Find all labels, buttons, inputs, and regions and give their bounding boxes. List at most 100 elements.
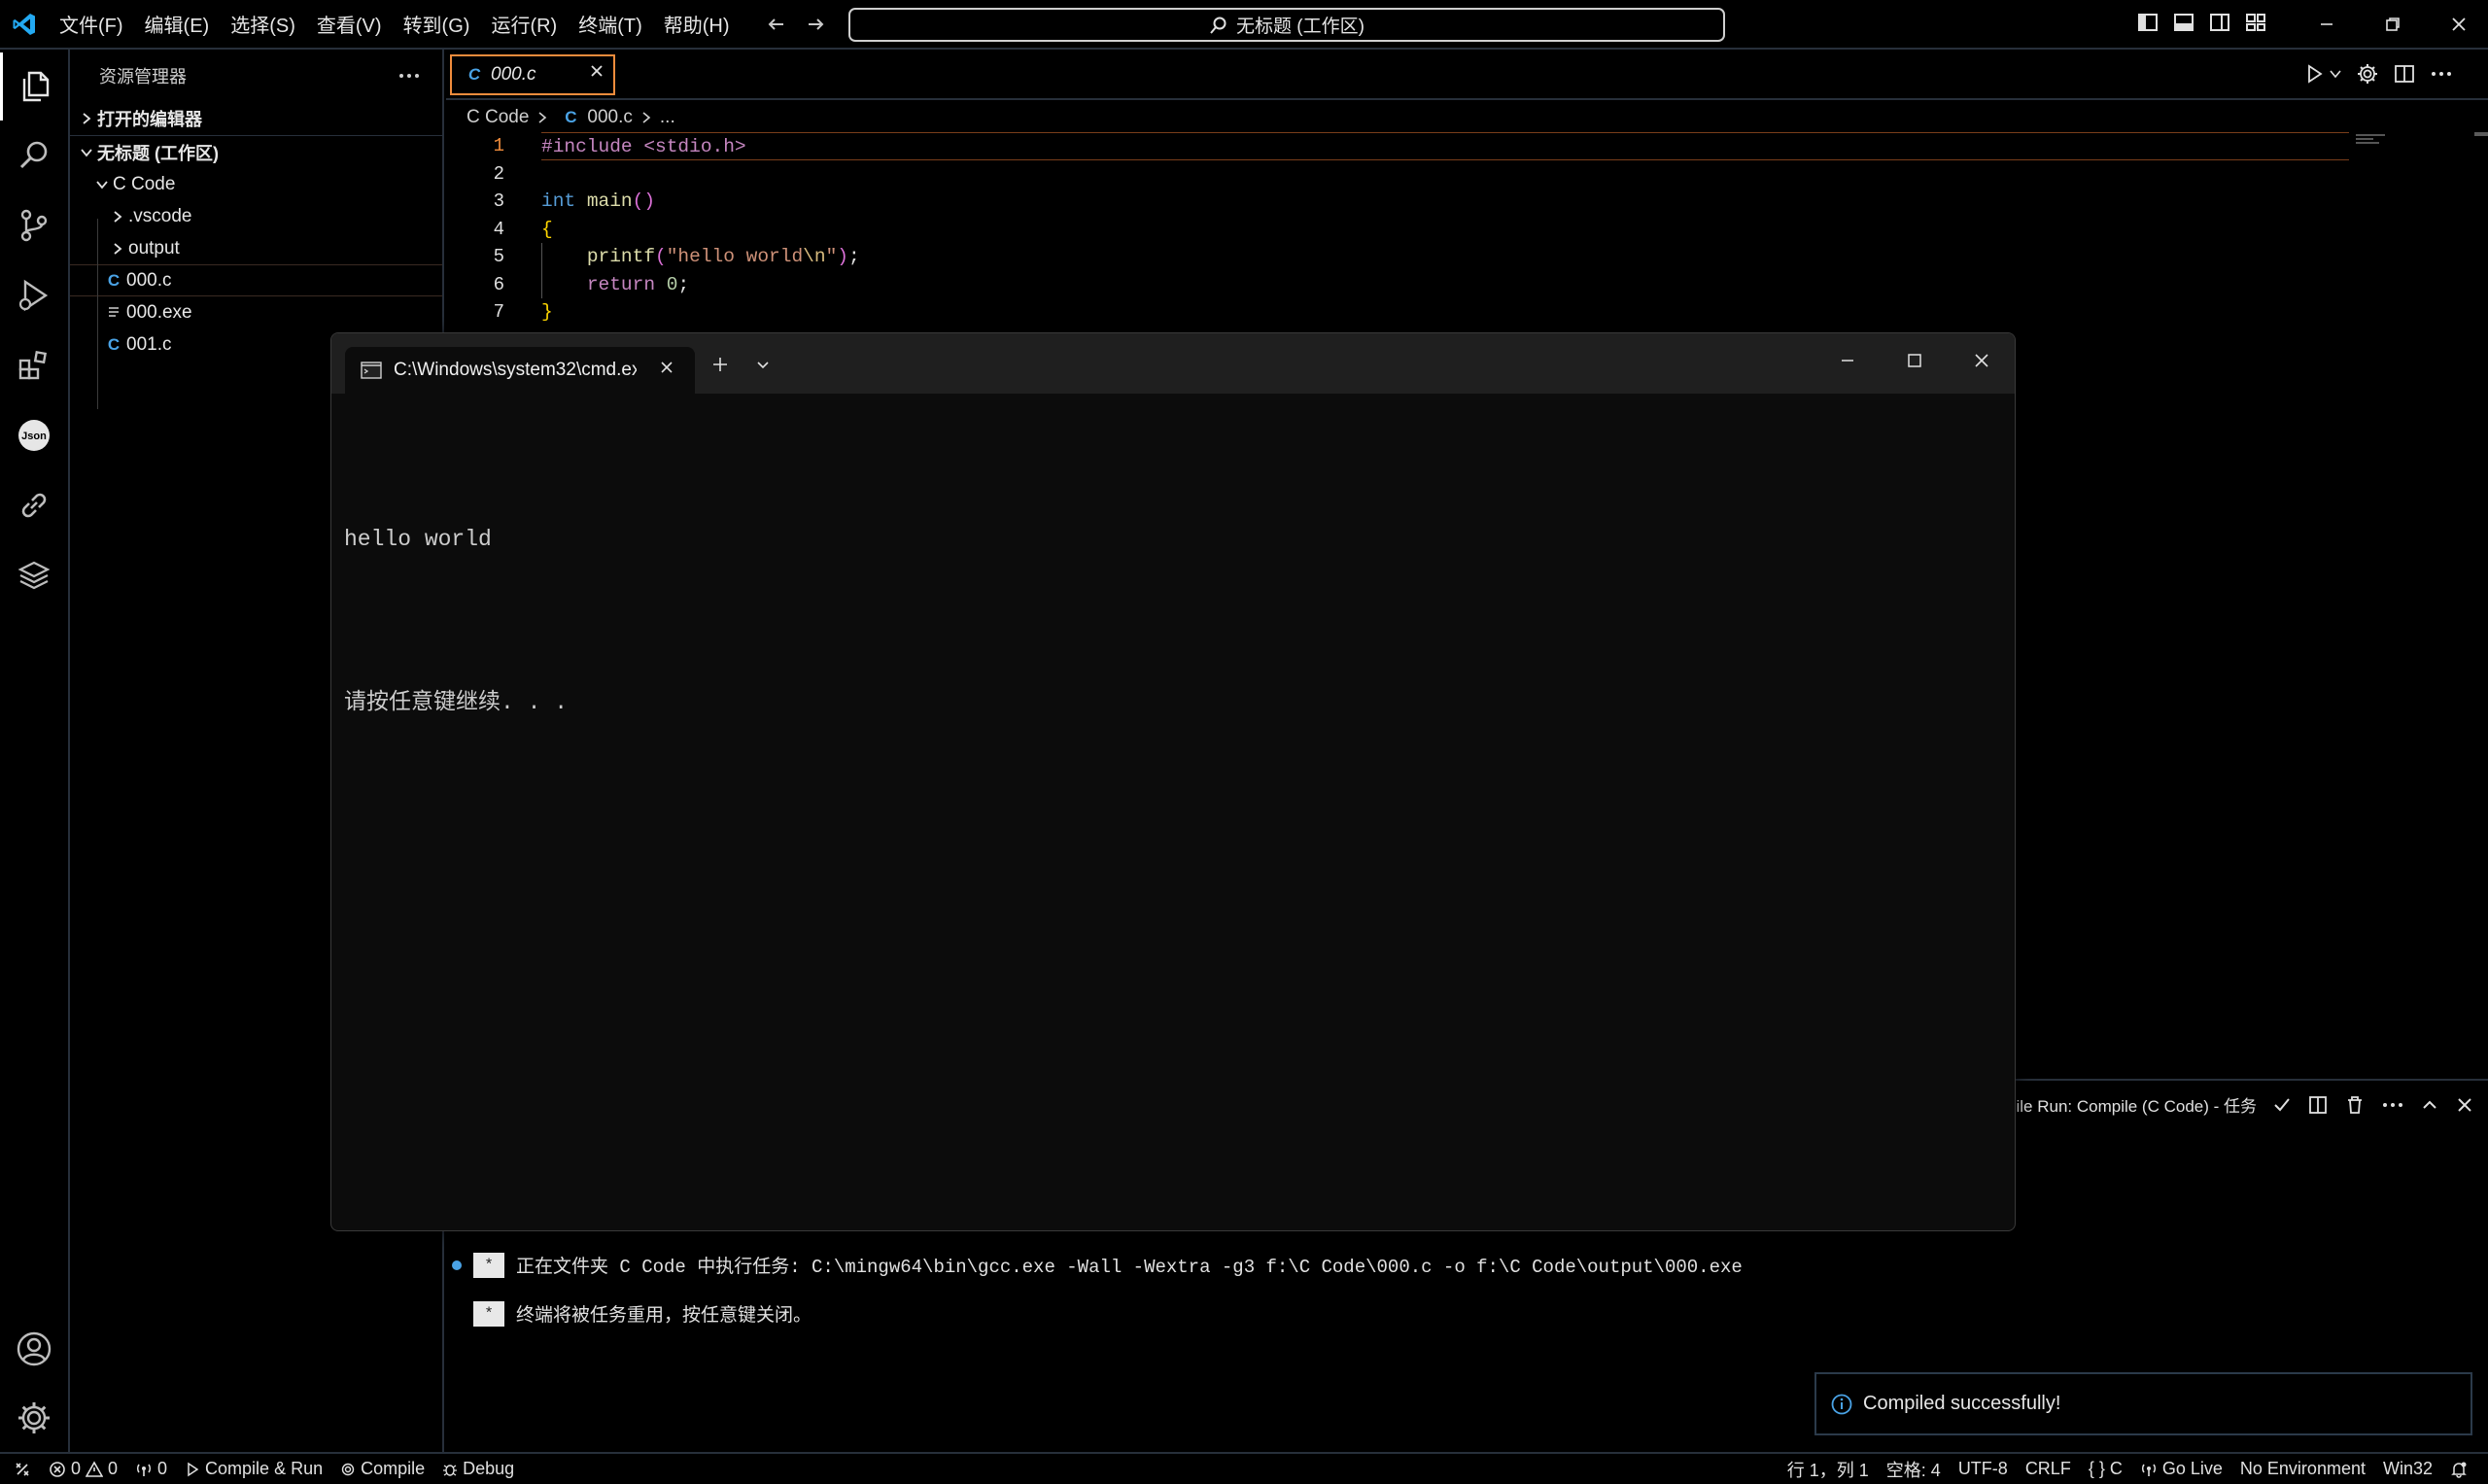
open-editors-section[interactable]: 打开的编辑器: [70, 102, 442, 135]
code-line: {: [541, 218, 553, 240]
cmd-title-bar[interactable]: C:\Windows\system32\cmd.exe: [331, 333, 2015, 394]
customize-layout-icon[interactable]: [2244, 11, 2267, 34]
cmd-window[interactable]: C:\Windows\system32\cmd.exe hello world …: [330, 332, 2016, 1231]
forward-arrow-icon[interactable]: [803, 12, 828, 37]
menu-view[interactable]: 查看(V): [306, 10, 393, 38]
notifications-button[interactable]: [2441, 1461, 2476, 1478]
explorer-activity[interactable]: [0, 52, 68, 121]
file-000-exe[interactable]: 000.exe: [70, 296, 442, 328]
go-live-button[interactable]: Go Live: [2131, 1459, 2231, 1479]
problems-indicator[interactable]: 0 0: [40, 1459, 126, 1479]
line-number-gutter: 1 2 3 4 5 6 7: [446, 132, 524, 327]
compile-run-button[interactable]: Compile & Run: [176, 1459, 331, 1479]
run-debug-activity[interactable]: [0, 261, 68, 329]
more-actions-icon[interactable]: [2430, 69, 2453, 79]
compile-run-label: Compile & Run: [205, 1459, 324, 1478]
split-editor-icon[interactable]: [2393, 62, 2416, 86]
breadcrumb-more[interactable]: ...: [660, 107, 675, 128]
remote-indicator[interactable]: [0, 1461, 40, 1478]
terminal-reuse-message: 终端将被任务重用，按任意键关闭。: [516, 1305, 812, 1327]
menu-file[interactable]: 文件(F): [49, 10, 134, 38]
menu-go[interactable]: 转到(G): [393, 10, 481, 38]
source-control-activity[interactable]: [0, 191, 68, 259]
cmd-close-button[interactable]: [1948, 333, 2015, 388]
close-panel-icon[interactable]: [2455, 1095, 2474, 1115]
menu-edit[interactable]: 编辑(E): [134, 10, 221, 38]
menu-help[interactable]: 帮助(H): [653, 10, 741, 38]
breadcrumb-folder[interactable]: C Code: [466, 107, 529, 128]
chevron-down-icon[interactable]: [755, 359, 771, 372]
menu-terminal[interactable]: 终端(T): [568, 10, 653, 38]
cmd-maximize-button[interactable]: [1881, 333, 1948, 388]
toggle-secondary-sidebar-icon[interactable]: [2208, 11, 2231, 34]
more-actions-icon[interactable]: [2381, 1100, 2404, 1110]
environment-indicator[interactable]: No Environment: [2231, 1459, 2374, 1479]
gear-icon: [18, 1402, 50, 1433]
code-line: return 0;: [586, 273, 690, 295]
gear-icon[interactable]: [2356, 62, 2379, 86]
folder-c-code[interactable]: C Code: [70, 168, 442, 200]
menu-run[interactable]: 运行(R): [480, 10, 568, 38]
minimap[interactable]: [2356, 134, 2391, 146]
remote-link-activity[interactable]: [0, 471, 68, 539]
encoding[interactable]: UTF-8: [1950, 1459, 2017, 1479]
indentation[interactable]: 空格: 4: [1878, 1457, 1950, 1482]
chevron-up-icon[interactable]: [2420, 1095, 2439, 1115]
cmd-output-line: hello world: [344, 527, 492, 552]
terminal-task-title[interactable]: pile Run: Compile (C Code) - 任务: [2007, 1092, 2257, 1117]
c-file-icon: C: [107, 334, 121, 354]
task-star-badge: *: [473, 1300, 504, 1327]
close-icon: [1974, 354, 1988, 367]
folder-vscode[interactable]: .vscode: [70, 200, 442, 232]
panel-toolbar: pile Run: Compile (C Code) - 任务: [2007, 1092, 2474, 1117]
run-icon[interactable]: [2303, 63, 2325, 85]
restore-button[interactable]: [2360, 0, 2426, 49]
file-000-c[interactable]: C 000.c: [70, 264, 442, 296]
compile-button[interactable]: Compile: [331, 1459, 433, 1479]
cmd-tab[interactable]: C:\Windows\system32\cmd.exe: [345, 347, 695, 394]
language-mode[interactable]: { } C: [2080, 1459, 2131, 1479]
toggle-panel-icon[interactable]: [2172, 11, 2195, 34]
cursor-position[interactable]: 行 1，列 1: [1779, 1457, 1878, 1482]
accounts-activity[interactable]: [0, 1315, 68, 1383]
command-center-search[interactable]: 无标题 (工作区): [848, 8, 1725, 42]
task-star-badge: *: [473, 1252, 504, 1278]
extensions-activity[interactable]: [0, 331, 68, 399]
split-terminal-icon[interactable]: [2307, 1094, 2329, 1116]
ports-indicator[interactable]: 0: [126, 1459, 176, 1479]
notification-toast[interactable]: Compiled successfully!: [1814, 1372, 2472, 1435]
end-of-line[interactable]: CRLF: [2017, 1459, 2080, 1479]
trash-icon[interactable]: [2344, 1094, 2366, 1116]
code-editor[interactable]: #include <stdio.h> int main() { printf("…: [541, 132, 2349, 327]
menu-selection[interactable]: 选择(S): [220, 10, 306, 38]
new-tab-plus-icon[interactable]: [710, 355, 730, 374]
layers-activity[interactable]: [0, 541, 68, 609]
code-line: printf("hello world\n");: [586, 246, 860, 267]
cmd-minimize-button[interactable]: [1814, 333, 1881, 388]
back-arrow-icon[interactable]: [764, 12, 789, 37]
tab-000-c[interactable]: C 000.c: [450, 54, 615, 95]
close-tab-icon[interactable]: [588, 62, 605, 86]
cmd-output[interactable]: hello world 请按任意键继续. . .: [344, 403, 568, 839]
chevron-down-icon[interactable]: [2329, 67, 2342, 81]
chevron-right-icon: [76, 112, 97, 125]
workspace-section[interactable]: 无标题 (工作区): [70, 135, 442, 168]
search-activity[interactable]: [0, 121, 68, 190]
close-tab-icon[interactable]: [658, 359, 675, 382]
folder-output[interactable]: output: [70, 232, 442, 264]
editor-scrollbar[interactable]: [2474, 132, 2488, 136]
platform-indicator[interactable]: Win32: [2374, 1459, 2441, 1479]
minimize-button[interactable]: [2294, 0, 2360, 49]
breadcrumb-file[interactable]: 000.c: [587, 107, 632, 128]
more-actions-icon[interactable]: [397, 71, 421, 81]
close-button[interactable]: [2426, 0, 2488, 49]
c-file-icon: C: [565, 108, 577, 126]
json-activity[interactable]: Json: [0, 401, 68, 469]
svg-text:Json: Json: [21, 431, 47, 442]
error-icon: [50, 1461, 65, 1477]
code-line: int main(): [541, 190, 656, 212]
chevron-right-icon: [642, 112, 651, 123]
debug-button[interactable]: Debug: [433, 1459, 523, 1479]
toggle-primary-sidebar-icon[interactable]: [2136, 11, 2160, 34]
manage-activity[interactable]: [0, 1384, 68, 1452]
